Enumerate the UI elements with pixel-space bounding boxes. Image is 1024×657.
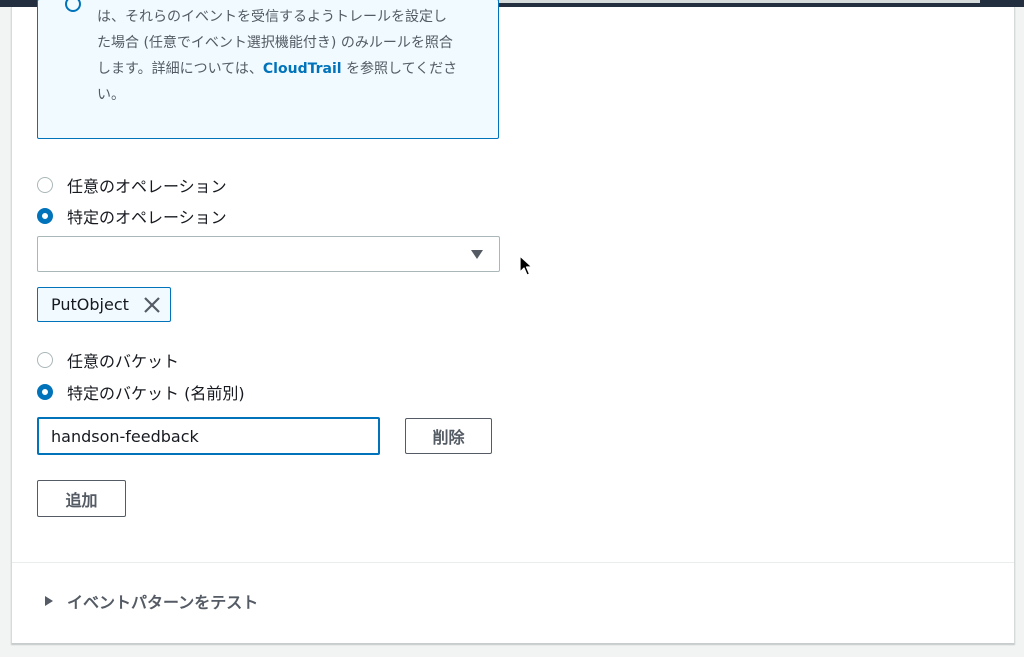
caret-right-icon <box>45 596 53 606</box>
test-event-pattern-label: イベントパターンをテスト <box>67 593 259 612</box>
event-pattern-panel: は、それらのイベントを受信するようトレールを設定し た場合 (任意でイベント選択… <box>11 0 1015 644</box>
any-operation-option[interactable]: 任意のオペレーション <box>37 174 227 196</box>
info-alert-text: は、それらのイベントを受信するようトレールを設定し た場合 (任意でイベント選択… <box>97 4 477 108</box>
close-icon[interactable] <box>143 296 161 314</box>
cloudtrail-info-alert: は、それらのイベントを受信するようトレールを設定し た場合 (任意でイベント選択… <box>37 0 499 139</box>
specific-bucket-option[interactable]: 特定のバケット (名前別) <box>37 381 245 403</box>
any-bucket-radio[interactable] <box>37 352 53 368</box>
cloudtrail-link[interactable]: CloudTrail <box>263 61 342 77</box>
specific-bucket-radio[interactable] <box>37 384 53 400</box>
operation-select[interactable] <box>37 236 500 272</box>
caret-down-icon <box>471 250 483 259</box>
any-bucket-option[interactable]: 任意のバケット <box>37 349 179 371</box>
info-line-1: は、それらのイベントを受信するようトレールを設定し <box>97 9 447 25</box>
bucket-name-input[interactable] <box>37 417 380 455</box>
specific-operation-label: 特定のオペレーション <box>67 208 227 227</box>
mouse-pointer-icon <box>519 255 533 276</box>
info-line-2: た場合 (任意でイベント選択機能付き) のみルールを照合 <box>97 35 453 51</box>
operation-token-label: PutObject <box>51 295 129 314</box>
any-operation-radio[interactable] <box>37 177 53 193</box>
info-line-4: い。 <box>97 87 125 103</box>
operation-token: PutObject <box>37 287 171 322</box>
info-line-3: します。詳細については、CloudTrail を参照してくださ <box>97 56 477 82</box>
specific-operation-radio[interactable] <box>37 208 53 224</box>
info-line-3-suffix: を参照してくださ <box>341 61 458 77</box>
any-operation-label: 任意のオペレーション <box>67 177 227 196</box>
remove-bucket-button[interactable]: 削除 <box>405 418 492 454</box>
top-scroll-indicator <box>460 0 980 3</box>
specific-operation-option[interactable]: 特定のオペレーション <box>37 205 227 227</box>
info-icon <box>65 0 81 12</box>
specific-bucket-label: 特定のバケット (名前別) <box>67 384 245 403</box>
test-event-pattern-expander[interactable]: イベントパターンをテスト <box>45 589 258 613</box>
section-divider <box>12 562 1014 563</box>
info-line-3-prefix: します。詳細については、 <box>97 61 263 77</box>
any-bucket-label: 任意のバケット <box>67 352 180 371</box>
add-bucket-button[interactable]: 追加 <box>37 480 126 517</box>
